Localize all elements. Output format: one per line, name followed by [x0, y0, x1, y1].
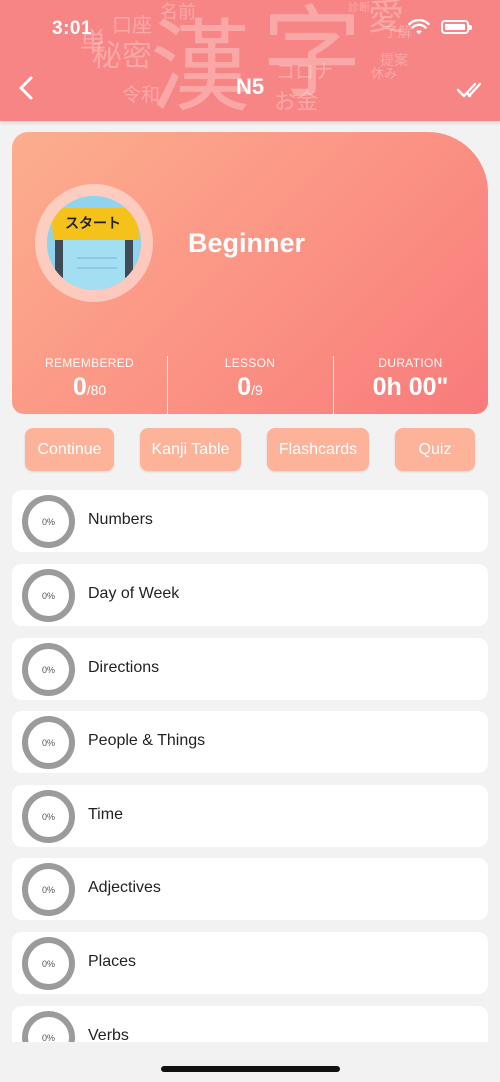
lesson-item-places[interactable]: 0% Places: [12, 932, 488, 994]
progress-ring: 0%: [22, 863, 75, 916]
stat-duration: DURATION 0h 00": [333, 356, 488, 402]
continue-button[interactable]: Continue: [25, 428, 114, 471]
stat-remembered: REMEMBERED 0/80: [12, 356, 167, 402]
progress-ring: 0%: [22, 716, 75, 769]
stat-lesson: LESSON 0/9: [167, 356, 333, 402]
progress-percent: 0%: [41, 590, 55, 601]
stat-remembered-value: 0: [72, 373, 87, 401]
progress-ring: 0%: [22, 643, 75, 696]
progress-ring: 0%: [22, 790, 75, 843]
stat-duration-label: DURATION: [378, 356, 443, 370]
page-title: N5: [235, 74, 265, 99]
progress-percent: 0%: [41, 811, 55, 822]
quiz-button[interactable]: Quiz: [395, 428, 475, 471]
kanji-table-button[interactable]: Kanji Table: [140, 428, 241, 471]
lesson-label: Directions: [88, 659, 160, 676]
stat-duration-value: 0h 00": [372, 373, 449, 401]
level-avatar: スタート: [35, 184, 153, 302]
lesson-label: Numbers: [88, 511, 153, 528]
header-bg-word: 診断: [348, 1, 370, 14]
progress-percent: 0%: [41, 664, 55, 675]
lesson-label: People & Things: [88, 732, 206, 749]
lesson-item-directions[interactable]: 0% Directions: [12, 638, 488, 700]
lesson-item-numbers[interactable]: 0% Numbers: [12, 490, 488, 552]
start-banner-illustration: スタート: [47, 196, 141, 290]
battery-icon: [441, 20, 472, 34]
stat-lesson-value: 0: [237, 373, 252, 401]
progress-percent: 0%: [41, 884, 55, 895]
level-title: Beginner: [188, 228, 306, 258]
bottom-safe-area: [0, 1042, 500, 1082]
header-bg-word: 名前: [160, 2, 196, 23]
lesson-item-day-of-week[interactable]: 0% Day of Week: [12, 564, 488, 626]
progress-ring: 0%: [22, 937, 75, 990]
flashcards-button[interactable]: Flashcards: [267, 428, 369, 471]
progress-percent: 0%: [41, 1032, 55, 1043]
home-indicator[interactable]: [161, 1066, 340, 1072]
header-bg-word: 提案: [380, 53, 408, 69]
stat-remembered-label: REMEMBERED: [44, 356, 134, 370]
level-card: スタート Beginner REMEMBERED 0/80 LESSON 0/9…: [12, 132, 488, 414]
wifi-icon: [408, 19, 430, 35]
progress-percent: 0%: [41, 516, 55, 527]
lesson-label: Places: [88, 953, 137, 970]
progress-ring: 0%: [22, 569, 75, 622]
lesson-label: Time: [88, 806, 123, 823]
stat-lesson-label: LESSON: [224, 356, 276, 370]
status-time: 3:01: [52, 18, 93, 39]
progress-ring: 0%: [22, 495, 75, 548]
header-bg-word: 口座: [112, 13, 152, 37]
lesson-item-people-things[interactable]: 0% People & Things: [12, 711, 488, 773]
start-badge-text: スタート: [65, 216, 121, 232]
stat-lesson-total: /9: [251, 382, 263, 398]
header-bg-word: 漢: [150, 9, 250, 121]
progress-percent: 0%: [41, 958, 55, 969]
lesson-label: Day of Week: [88, 585, 180, 602]
double-check-icon[interactable]: [456, 80, 488, 100]
progress-percent: 0%: [41, 737, 55, 748]
stat-remembered-total: /80: [86, 382, 107, 398]
header-bar: 漢 字 口座 名前 診断 愛 了解 提案 休み コロナ お金 令和 秘密 単 3…: [0, 0, 500, 121]
lesson-item-time[interactable]: 0% Time: [12, 785, 488, 847]
lesson-label: Adjectives: [88, 879, 161, 896]
lesson-item-adjectives[interactable]: 0% Adjectives: [12, 858, 488, 920]
